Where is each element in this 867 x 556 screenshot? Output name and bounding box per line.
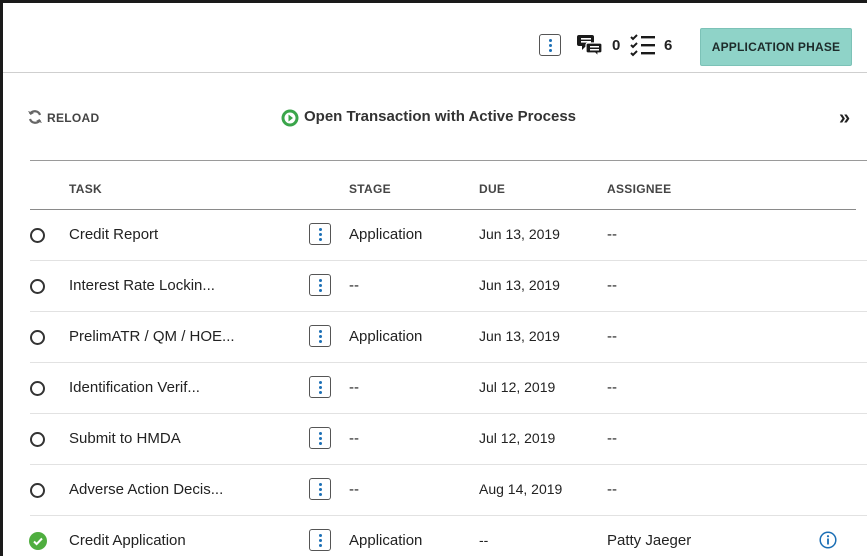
table-row[interactable]: Adverse Action Decis... -- Aug 14, 2019 … bbox=[30, 465, 867, 516]
column-header-stage: STAGE bbox=[349, 182, 391, 196]
task-name[interactable]: Submit to HMDA bbox=[69, 430, 181, 447]
reload-button[interactable]: RELOAD bbox=[47, 111, 99, 125]
task-stage: -- bbox=[349, 379, 359, 396]
table-row[interactable]: Credit Report Application Jun 13, 2019 -… bbox=[30, 210, 867, 261]
header-more-options-icon[interactable] bbox=[539, 34, 561, 56]
task-due-date: Jun 13, 2019 bbox=[479, 277, 560, 293]
task-stage: -- bbox=[349, 481, 359, 498]
task-stage: Application bbox=[349, 532, 423, 549]
task-name[interactable]: Identification Verif... bbox=[69, 379, 200, 396]
task-stage: Application bbox=[349, 226, 423, 243]
task-status-radio[interactable] bbox=[30, 228, 45, 243]
task-status-radio[interactable] bbox=[30, 279, 45, 294]
row-more-options-icon[interactable] bbox=[309, 376, 331, 398]
comments-icon[interactable] bbox=[577, 33, 603, 57]
task-stage: Application bbox=[349, 328, 423, 345]
task-stage: -- bbox=[349, 277, 359, 294]
task-name[interactable]: Interest Rate Lockin... bbox=[69, 277, 215, 294]
check-circle-icon[interactable] bbox=[29, 532, 47, 550]
row-more-options-icon[interactable] bbox=[309, 427, 331, 449]
tasks-count: 6 bbox=[664, 37, 673, 54]
table-row[interactable]: Identification Verif... -- Jul 12, 2019 … bbox=[30, 363, 867, 414]
row-more-options-icon[interactable] bbox=[309, 529, 331, 551]
table-row[interactable]: Submit to HMDA -- Jul 12, 2019 -- bbox=[30, 414, 867, 465]
row-more-options-icon[interactable] bbox=[309, 223, 331, 245]
info-icon[interactable] bbox=[819, 531, 837, 549]
column-header-assignee: ASSIGNEE bbox=[607, 182, 672, 196]
divider bbox=[30, 160, 867, 161]
task-name[interactable]: Credit Report bbox=[69, 226, 158, 243]
task-assignee: -- bbox=[607, 379, 617, 396]
reload-icon[interactable] bbox=[27, 109, 43, 125]
task-stage: -- bbox=[349, 430, 359, 447]
task-name[interactable]: Credit Application bbox=[69, 532, 186, 549]
checklist-icon[interactable] bbox=[629, 32, 657, 58]
column-header-due: DUE bbox=[479, 182, 506, 196]
open-transaction-link[interactable]: Open Transaction with Active Process bbox=[304, 108, 576, 125]
table-row[interactable]: PrelimATR / QM / HOE... Application Jun … bbox=[30, 312, 867, 363]
task-due-date: Jul 12, 2019 bbox=[479, 430, 556, 446]
task-due-date: Jul 12, 2019 bbox=[479, 379, 556, 395]
task-assignee: -- bbox=[607, 430, 617, 447]
task-panel: 0 6 APPLICATION PHASE RELOAD Open Transa… bbox=[0, 0, 867, 556]
table-row[interactable]: Interest Rate Lockin... -- Jun 13, 2019 … bbox=[30, 261, 867, 312]
comments-count: 0 bbox=[612, 37, 621, 54]
table-row[interactable]: Credit Application Application -- Patty … bbox=[29, 516, 867, 556]
row-more-options-icon[interactable] bbox=[309, 325, 331, 347]
task-name[interactable]: Adverse Action Decis... bbox=[69, 481, 223, 498]
play-circle-icon bbox=[281, 109, 299, 127]
task-due-date: -- bbox=[479, 532, 489, 548]
expand-chevrons-icon[interactable]: » bbox=[839, 107, 850, 130]
task-status-radio[interactable] bbox=[30, 483, 45, 498]
task-assignee: -- bbox=[607, 226, 617, 243]
task-due-date: Jun 13, 2019 bbox=[479, 226, 560, 242]
column-header-task: TASK bbox=[69, 182, 102, 196]
task-due-date: Jun 13, 2019 bbox=[479, 328, 560, 344]
task-assignee: Patty Jaeger bbox=[607, 532, 692, 549]
task-status-radio[interactable] bbox=[30, 381, 45, 396]
task-name[interactable]: PrelimATR / QM / HOE... bbox=[69, 328, 235, 345]
row-more-options-icon[interactable] bbox=[309, 274, 331, 296]
task-assignee: -- bbox=[607, 328, 617, 345]
task-status-radio[interactable] bbox=[30, 432, 45, 447]
row-more-options-icon[interactable] bbox=[309, 478, 331, 500]
task-status-radio[interactable] bbox=[30, 330, 45, 345]
task-assignee: -- bbox=[607, 277, 617, 294]
application-phase-button[interactable]: APPLICATION PHASE bbox=[700, 28, 852, 66]
panel-header: 0 6 APPLICATION PHASE bbox=[3, 3, 867, 73]
task-due-date: Aug 14, 2019 bbox=[479, 481, 563, 497]
task-assignee: -- bbox=[607, 481, 617, 498]
